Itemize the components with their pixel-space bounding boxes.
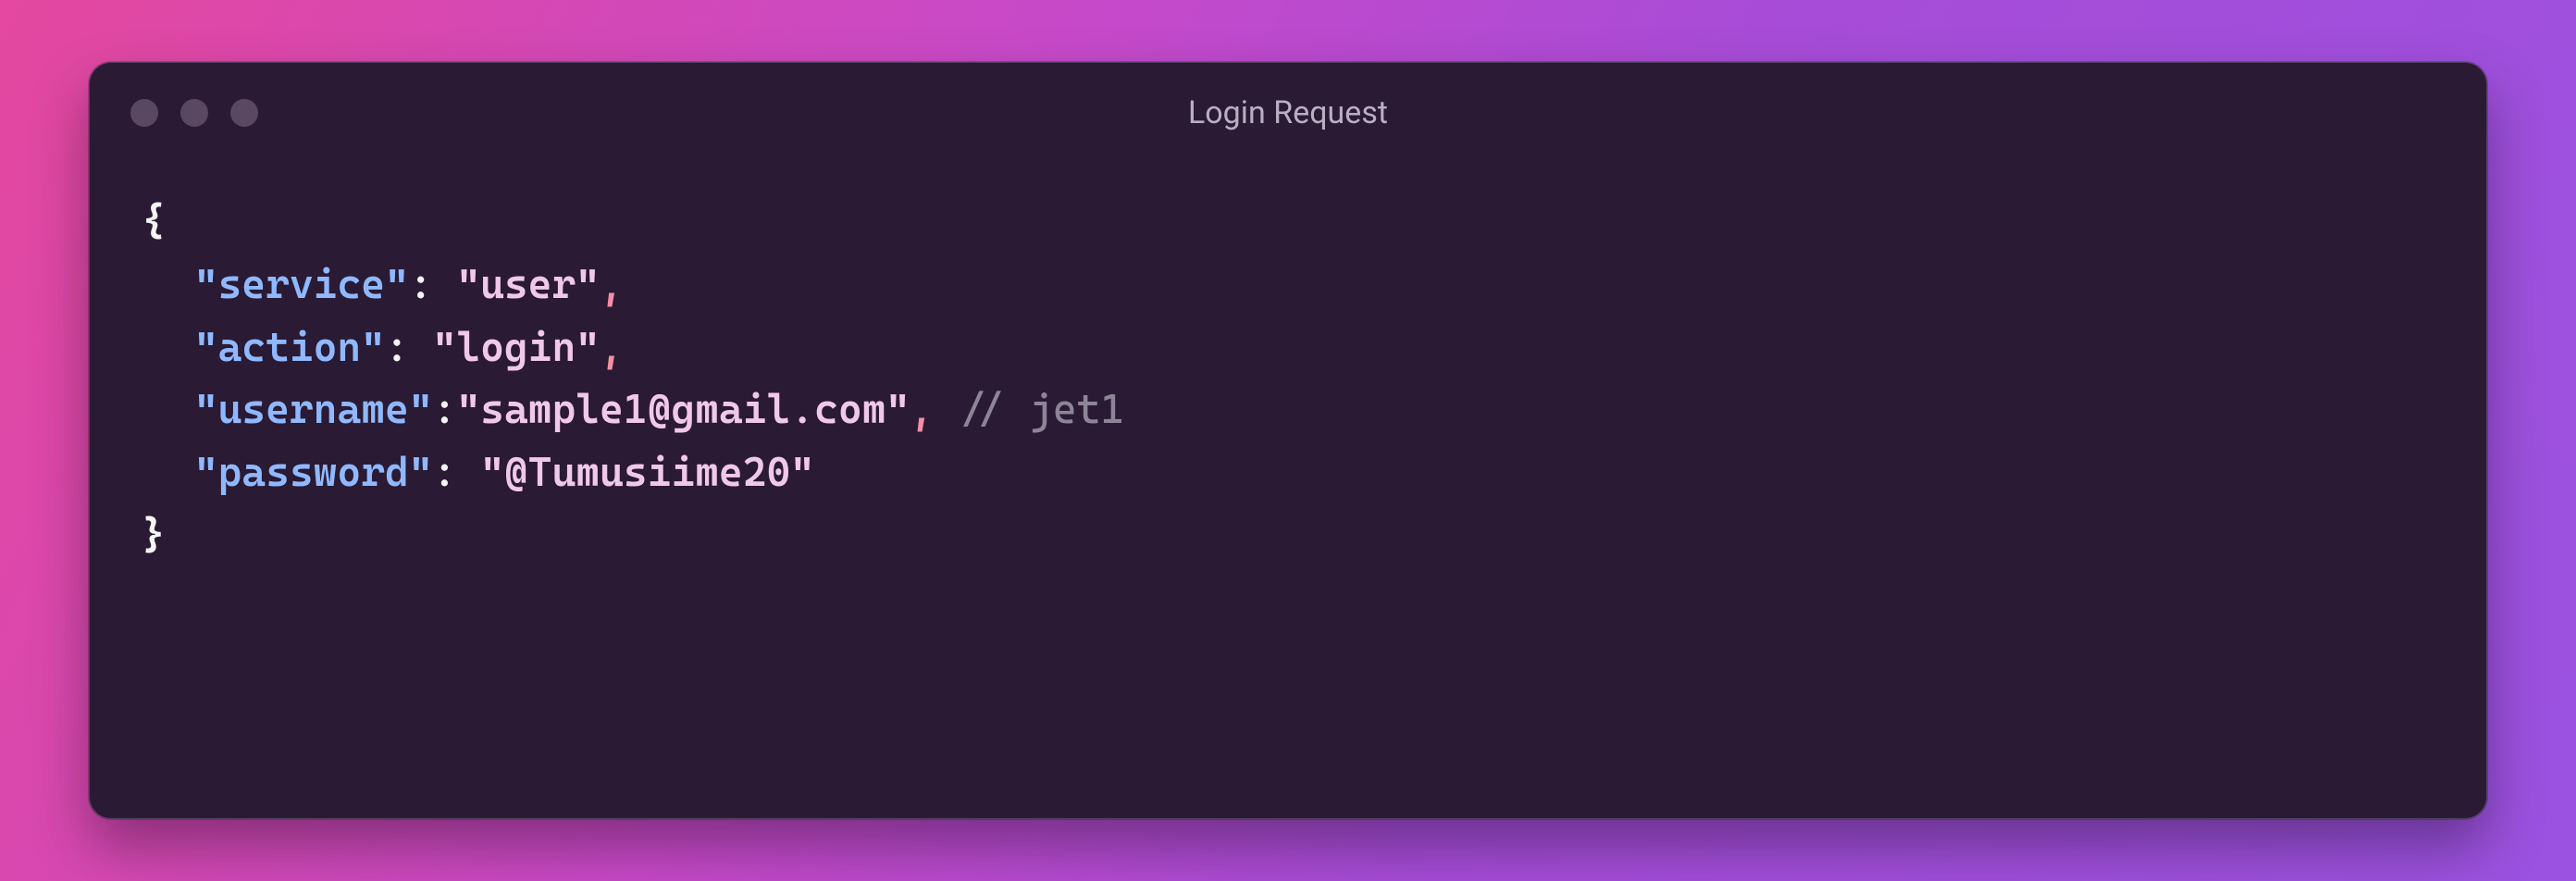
code-comment: // jet1 (958, 386, 1124, 433)
json-value: "login" (433, 324, 600, 371)
open-brace: { (142, 198, 166, 245)
space (456, 449, 480, 496)
space (433, 261, 457, 308)
json-key: "service" (194, 261, 409, 308)
json-value: "user" (456, 261, 600, 308)
space (934, 386, 958, 433)
code-window: Login Request { "service": "user", "acti… (89, 62, 2487, 819)
window-title: Login Request (90, 94, 2486, 131)
close-icon[interactable] (130, 99, 158, 127)
json-value: "sample1@gmail.com" (456, 386, 910, 433)
comma: , (600, 324, 624, 371)
space (409, 324, 433, 371)
colon: : (409, 261, 433, 308)
json-key: "action" (194, 324, 385, 371)
minimize-icon[interactable] (180, 99, 208, 127)
colon: : (385, 324, 409, 371)
close-brace: } (142, 512, 166, 559)
window-controls (130, 99, 258, 127)
colon: : (433, 449, 457, 496)
comma: , (600, 261, 624, 308)
json-key: "password" (194, 449, 433, 496)
comma: , (910, 386, 934, 433)
code-content[interactable]: { "service": "user", "action": "login", … (90, 163, 2486, 818)
json-key: "username" (194, 386, 433, 433)
colon: : (433, 386, 457, 433)
maximize-icon[interactable] (230, 99, 258, 127)
window-titlebar: Login Request (90, 63, 2486, 163)
json-value: "@Tumusiime20" (480, 449, 814, 496)
